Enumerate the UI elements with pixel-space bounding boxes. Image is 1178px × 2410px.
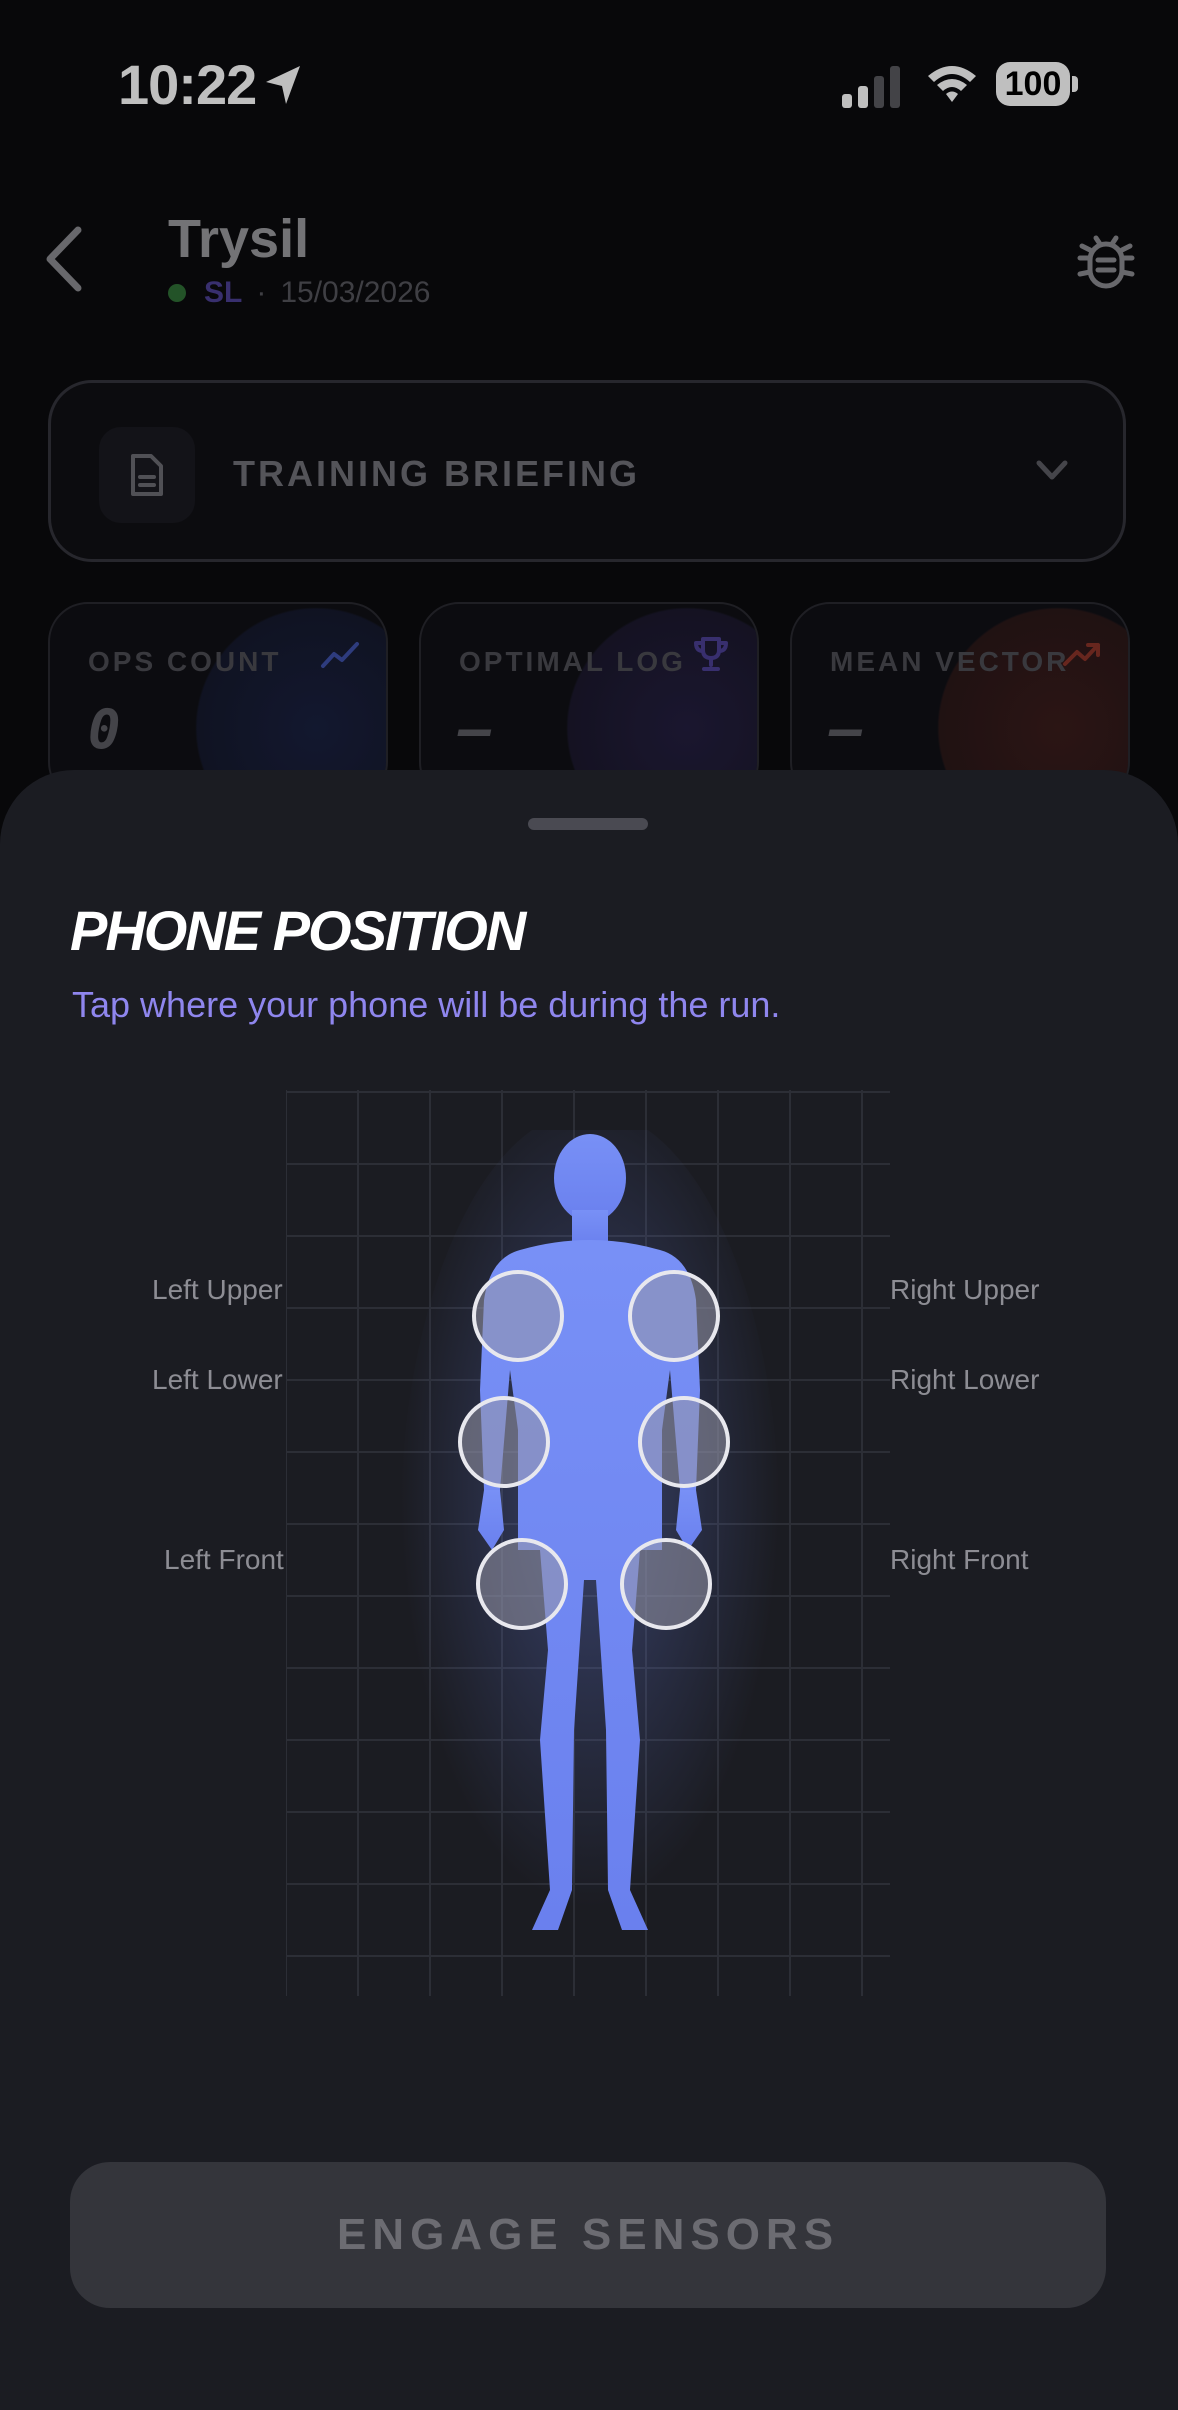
meta-separator: ·	[256, 276, 267, 309]
trophy-icon	[694, 637, 728, 671]
battery-level: 100	[996, 62, 1070, 106]
zone-left-lower[interactable]	[458, 1396, 550, 1488]
engage-sensors-button[interactable]: ENGAGE SENSORS	[70, 2162, 1106, 2308]
human-body-figure	[400, 1130, 780, 1950]
back-chevron-icon[interactable]	[40, 222, 90, 296]
sheet-title: PHONE POSITION	[70, 899, 526, 962]
session-code: SL	[204, 276, 243, 309]
stat-value: —	[459, 698, 492, 761]
status-time: 10:22	[118, 53, 257, 116]
zone-left-front[interactable]	[476, 1538, 568, 1630]
sheet-drag-handle[interactable]	[528, 818, 648, 830]
cellular-signal-icon	[842, 66, 900, 108]
stat-label: OPS COUNT	[88, 646, 282, 677]
wifi-icon	[928, 66, 976, 102]
zone-right-front[interactable]	[620, 1538, 712, 1630]
label-left-lower: Left Lower	[152, 1364, 283, 1395]
label-left-upper: Left Upper	[152, 1274, 283, 1305]
zone-left-upper[interactable]	[472, 1270, 564, 1362]
bug-icon[interactable]	[1076, 228, 1136, 292]
stat-label: OPTIMAL LOG	[459, 646, 686, 677]
label-right-front: Right Front	[890, 1544, 1029, 1575]
label-right-lower: Right Lower	[890, 1364, 1040, 1395]
label-right-upper: Right Upper	[890, 1274, 1040, 1305]
session-date: 15/03/2026	[280, 276, 431, 309]
trending-up-icon	[1063, 643, 1100, 666]
engage-sensors-label: ENGAGE SENSORS	[336, 2210, 840, 2259]
briefing-label: TRAINING BRIEFING	[233, 453, 640, 494]
document-icon	[131, 454, 163, 496]
stat-label: MEAN VECTOR	[830, 646, 1070, 677]
body-position-diagram: Left Upper Left Lower Left Front Right U…	[0, 1090, 1178, 2010]
sheet-subtitle: Tap where your phone will be during the …	[72, 984, 781, 1025]
battery-tip	[1072, 76, 1078, 92]
zone-right-upper[interactable]	[628, 1270, 720, 1362]
stat-value: —	[830, 698, 863, 761]
battery-indicator: 100	[996, 62, 1078, 108]
training-briefing-card[interactable]: TRAINING BRIEFING	[48, 380, 1126, 562]
trend-line-icon	[321, 642, 359, 668]
label-left-front: Left Front	[164, 1544, 284, 1575]
phone-position-sheet: PHONE POSITION Tap where your phone will…	[0, 770, 1178, 2410]
stat-value: 0	[88, 698, 121, 761]
zone-right-lower[interactable]	[638, 1396, 730, 1488]
session-meta: SL · 15/03/2026	[168, 276, 431, 310]
location-arrow-icon	[266, 66, 300, 104]
status-dot	[168, 284, 186, 302]
chevron-down-icon	[1036, 460, 1068, 480]
document-icon-box	[99, 427, 195, 523]
page-title: Trysil	[168, 209, 310, 269]
status-bar: 10:22 100	[0, 0, 1178, 170]
